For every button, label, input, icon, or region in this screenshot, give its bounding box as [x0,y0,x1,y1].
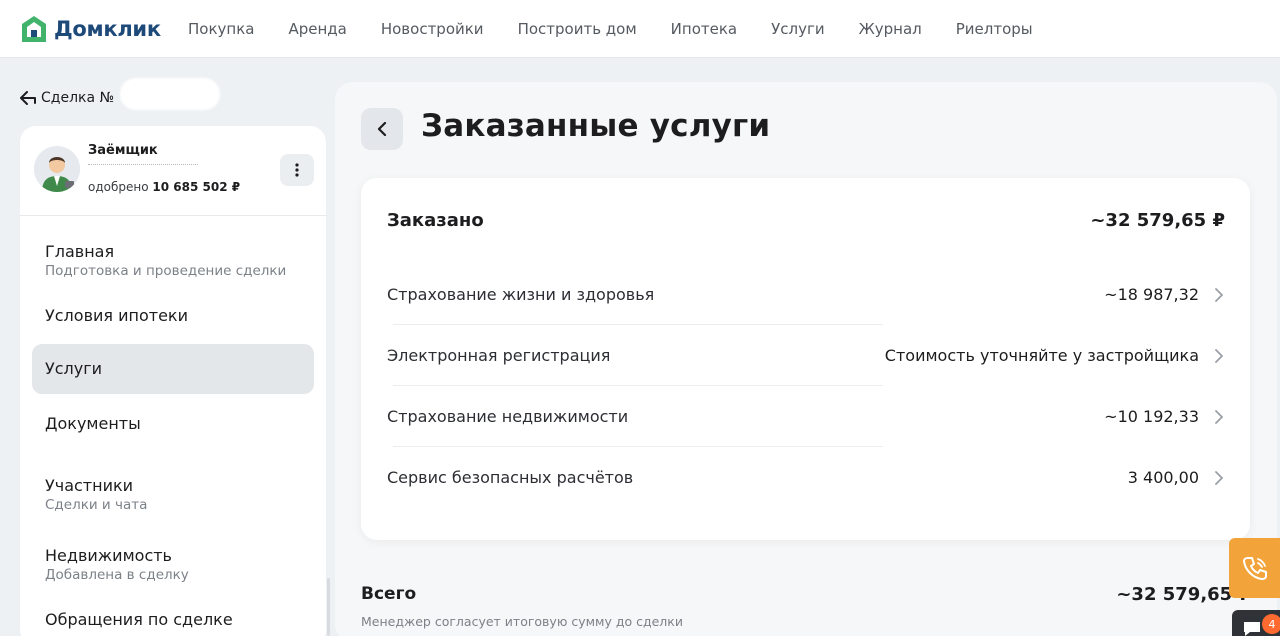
sidebar-item-documents[interactable]: Документы [32,394,314,454]
sidebar-item-label: Недвижимость [45,546,172,565]
chevron-right-icon [1215,348,1223,363]
deal-number-label: Сделка № [41,90,115,106]
sidebar-item-services[interactable]: Услуги [32,344,314,394]
sidebar-item-label: Участники [45,476,134,495]
service-name: Сервис безопасных расчётов [387,468,634,487]
deal-menu: Главная Подготовка и проведение сделки У… [32,230,314,636]
sidebar-item-property[interactable]: Недвижимость Добавлена в сделку [32,524,314,592]
page-title: Заказанные услуги [421,108,771,144]
ordered-summary: Заказано ~32 579,65 ₽ [387,210,1225,231]
nav-item-build-house[interactable]: Построить дом [518,20,637,38]
service-value: ~10 192,33 [1104,407,1225,426]
redacted-area [120,78,220,110]
sidebar-item-requests[interactable]: Обращения по сделке [32,592,314,636]
sidebar-item-label: Главная [45,242,115,261]
house-logo-icon [22,16,46,42]
chevron-left-icon [377,122,387,136]
service-row-safe-payments[interactable]: Сервис безопасных расчётов 3 400,00 [387,447,1225,508]
sidebar-item-main[interactable]: Главная Подготовка и проведение сделки [32,230,314,288]
nav-item-rent[interactable]: Аренда [288,20,346,38]
ordered-total: ~32 579,65 ₽ [1090,210,1225,231]
deal-sidebar: Заёмщик одобрено 10 685 502 ₽ Главная По… [20,126,326,636]
total-note: Менеджер согласует итоговую сумму до сде… [361,614,683,629]
main-nav: Покупка Аренда Новостройки Построить дом… [188,20,1033,38]
service-row-life-insurance[interactable]: Страхование жизни и здоровья ~18 987,32 [387,264,1225,325]
phone-icon [1242,557,1267,580]
sidebar-item-sublabel: Сделки и чата [45,497,148,513]
nav-item-purchase[interactable]: Покупка [188,20,254,38]
main-panel: Заказанные услуги Заказано ~32 579,65 ₽ … [335,82,1277,636]
sidebar-item-participants[interactable]: Участники Сделки и чата [32,454,314,524]
approved-amount: одобрено 10 685 502 ₽ [88,180,240,194]
service-value: 3 400,00 [1128,468,1225,487]
sidebar-item-sublabel: Добавлена в сделку [45,567,189,583]
service-value: ~18 987,32 [1104,285,1225,304]
service-name: Страхование жизни и здоровья [387,285,655,304]
service-price: ~10 192,33 [1104,407,1199,426]
total-label: Всего [361,584,417,604]
chat-icon [1244,622,1260,636]
sidebar-item-label: Услуги [45,359,103,378]
chevron-right-icon [1215,409,1223,424]
service-value: Стоимость уточняйте у застройщика [885,346,1225,365]
avatar [34,146,80,192]
top-navigation-bar: Домклик Покупка Аренда Новостройки Постр… [0,0,1280,58]
nav-item-mortgage[interactable]: Ипотека [671,20,737,38]
deal-back-link[interactable]: Сделка № [20,90,114,106]
sidebar-item-label: Условия ипотеки [45,306,188,325]
approved-prefix: одобрено [88,180,149,194]
borrower-name-redacted [88,164,198,165]
nav-item-new-buildings[interactable]: Новостройки [381,20,484,38]
back-button[interactable] [361,108,403,150]
callback-button[interactable] [1229,538,1280,598]
service-name: Страхование недвижимости [387,407,629,426]
service-price: ~18 987,32 [1104,285,1199,304]
sidebar-item-sublabel: Подготовка и проведение сделки [45,263,287,279]
service-name: Электронная регистрация [387,346,611,365]
chat-unread-badge: 4 [1262,614,1280,634]
profile-more-button[interactable] [280,154,314,186]
sidebar-item-label: Обращения по сделке [45,610,233,629]
service-row-e-registration[interactable]: Электронная регистрация Стоимость уточня… [387,325,1225,386]
nav-item-realtors[interactable]: Риелторы [956,20,1033,38]
back-arrow-icon [20,91,36,105]
borrower-role: Заёмщик [88,143,158,158]
nav-item-journal[interactable]: Журнал [859,20,922,38]
chevron-right-icon [1215,287,1223,302]
chevron-right-icon [1215,470,1223,485]
nav-item-services[interactable]: Услуги [771,20,824,38]
grand-total: Всего ~32 579,65 ₽ [361,584,1251,605]
service-price: Стоимость уточняйте у застройщика [884,346,1199,365]
borrower-avatar-icon [34,146,80,192]
more-vertical-icon [295,163,299,177]
service-row-property-insurance[interactable]: Страхование недвижимости ~10 192,33 [387,386,1225,447]
brand-name: Домклик [54,17,161,41]
sidebar-scrollbar[interactable] [327,578,330,636]
ordered-label: Заказано [387,210,484,231]
borrower-profile: Заёмщик одобрено 10 685 502 ₽ [20,126,326,216]
domclick-logo[interactable]: Домклик [20,14,161,44]
service-price: 3 400,00 [1127,468,1199,487]
approved-value: 10 685 502 ₽ [152,180,241,194]
sidebar-item-mortgage-terms[interactable]: Условия ипотеки [32,288,314,344]
ordered-services-card: Заказано ~32 579,65 ₽ Страхование жизни … [361,178,1250,540]
sidebar-item-label: Документы [45,414,141,433]
